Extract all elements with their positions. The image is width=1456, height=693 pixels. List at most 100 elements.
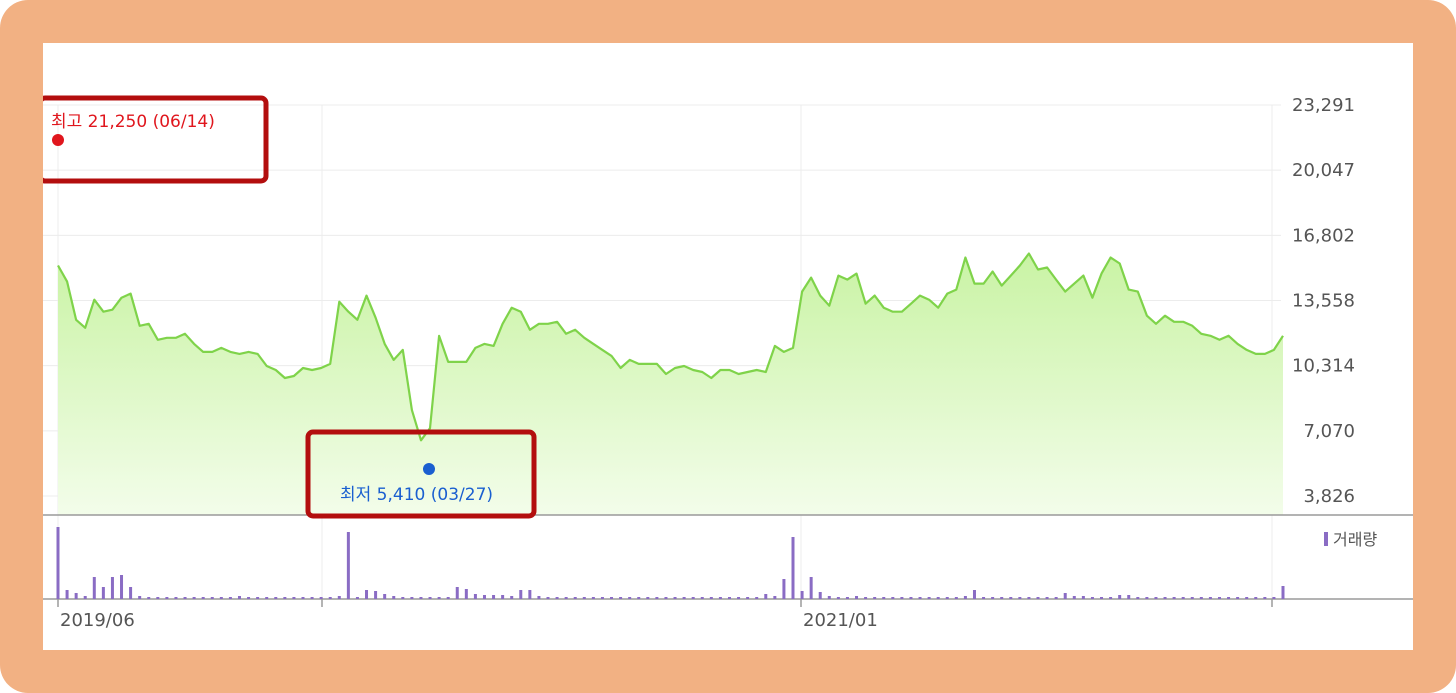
volume-bar [800,591,804,599]
volume-bar [101,587,105,599]
volume-bar [510,596,514,599]
y-tick-label: 10,314 [1292,356,1355,377]
volume-bar [909,597,913,599]
volume-bar [1254,597,1258,599]
volume-bar [927,597,931,599]
volume-bar [972,590,976,599]
volume-bar [1127,595,1131,599]
volume-bar [346,532,350,599]
volume-bar [419,597,423,599]
y-tick-label: 20,047 [1292,160,1355,181]
volume-bar [292,597,296,599]
volume-bar [818,592,822,599]
volume-bar [337,596,341,599]
volume-bar [963,596,967,599]
volume-bar [183,597,187,599]
volume-bar [1045,597,1049,599]
high-label: 최고 21,250 (06/14) [51,112,215,132]
volume-legend-swatch [1324,532,1328,546]
volume-bar [374,591,378,599]
volume-bar [591,597,595,599]
volume-bar [446,597,450,599]
volume-bar [1063,593,1067,599]
volume-bar [110,577,114,599]
volume-bar [1009,597,1013,599]
volume-bar [1018,597,1022,599]
volume-bar [138,596,142,599]
volume-bar [174,597,178,599]
volume-bar [310,597,314,599]
volume-bar [165,597,169,599]
volume-bar [1163,597,1167,599]
volume-bar [945,597,949,599]
volume-bar [700,597,704,599]
volume-bar [673,597,677,599]
chart-panel: 23,291 20,047 16,802 13,558 10,314 7,070 3,826… [43,43,1413,650]
volume-bar [628,597,632,599]
volume-bar [600,597,604,599]
volume-legend-label: 거래량 [1333,530,1377,549]
volume-bar [482,595,486,599]
volume-bar [746,597,750,599]
volume-bar [855,596,859,599]
volume-bar [737,597,741,599]
volume-bar [83,596,87,599]
volume-bar [791,537,795,599]
volume-bar [528,590,532,599]
volume-bar [473,594,477,599]
volume-bar [809,577,813,599]
volume-bar [56,527,60,599]
price-area-fill [58,253,1283,515]
volume-bar [573,597,577,599]
volume-bar [228,597,232,599]
x-tick-label: 2021/01 [803,610,878,631]
volume-bar [301,597,305,599]
volume-bar [1263,597,1267,599]
volume-bar [546,597,550,599]
volume-bar [147,597,151,599]
volume-bar [247,597,251,599]
volume-bar [918,597,922,599]
volume-bar [1199,597,1203,599]
volume-bar [582,597,586,599]
volume-bars [56,527,1285,599]
volume-bar [991,597,995,599]
volume-bar [1172,597,1176,599]
volume-bar [610,597,614,599]
stock-price-chart: 23,291 20,047 16,802 13,558 10,314 7,070 3,826… [43,95,1413,631]
volume-bar [120,575,124,599]
volume-bar [691,597,695,599]
volume-bar [718,597,722,599]
volume-bar [455,587,459,599]
volume-bar [655,597,659,599]
volume-bar [1081,596,1085,599]
volume-bar [265,597,269,599]
volume-bar [664,597,668,599]
volume-bar [1072,596,1076,599]
volume-bar [328,597,332,599]
volume-bar [237,596,241,599]
volume-bar [1281,586,1285,599]
volume-bar [1100,597,1104,599]
y-tick-label: 23,291 [1292,95,1355,116]
volume-bar [936,597,940,599]
volume-bar [437,597,441,599]
volume-bar [392,596,396,599]
x-axis: 2019/06 2021/01 [57,599,1273,631]
volume-bar [1118,595,1122,599]
volume-bar [1208,597,1212,599]
volume-bar [682,597,686,599]
price-area-layer [43,252,1413,600]
volume-bar [283,597,287,599]
volume-bar [1236,597,1240,599]
volume-bar [827,596,831,599]
volume-bar [537,596,541,599]
volume-bar [709,597,713,599]
x-tick-label: 2019/06 [60,610,135,631]
volume-bar [864,597,868,599]
volume-bar [319,597,323,599]
volume-bar [428,597,432,599]
volume-bar [410,597,414,599]
volume-bar [1000,597,1004,599]
volume-bar [619,597,623,599]
